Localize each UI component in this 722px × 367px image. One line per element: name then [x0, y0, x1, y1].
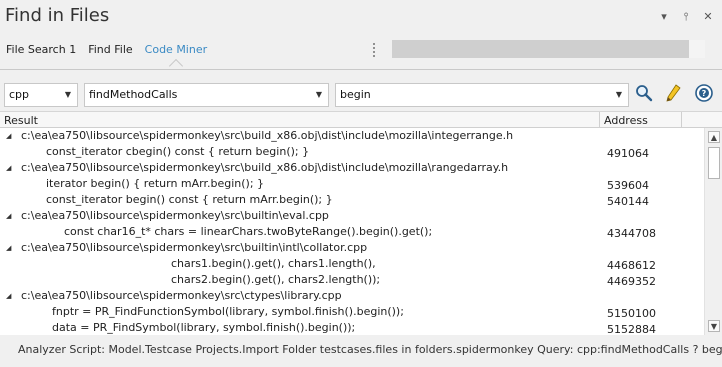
argument-input-value: begin: [340, 88, 371, 101]
find-in-files-panel: Find in Files ▾ ⫯ ✕ File Search 1 Find F…: [0, 0, 722, 367]
chevron-down-icon: ▼: [64, 90, 72, 99]
chevron-down-icon: ▼: [615, 90, 623, 99]
result-match-row[interactable]: chars1.begin().get(), chars1.length(), 44…: [0, 256, 704, 272]
result-address: 540144: [607, 195, 649, 208]
tab-find-file[interactable]: Find File: [82, 40, 138, 62]
result-address: 4344708: [607, 227, 656, 240]
result-address: 539604: [607, 179, 649, 192]
result-match-row[interactable]: data = PR_FindSymbol(library, symbol.fin…: [0, 320, 704, 335]
result-address: 5152884: [607, 323, 656, 335]
result-match-row[interactable]: const_iterator begin() const { return mA…: [0, 192, 704, 208]
result-code-line: chars1.begin().get(), chars1.length(),: [171, 257, 376, 270]
query-select[interactable]: findMethodCalls ▼: [84, 83, 329, 107]
search-button[interactable]: [633, 82, 655, 104]
panel-title: Find in Files: [5, 5, 110, 26]
argument-input[interactable]: begin ▼: [335, 83, 629, 107]
language-select-value: cpp: [9, 88, 30, 101]
tab-strip: File Search 1 Find File Code Miner: [0, 40, 213, 74]
result-address: 4469352: [607, 275, 656, 288]
collapse-triangle-icon[interactable]: ◢: [6, 244, 14, 252]
scroll-up-arrow-icon[interactable]: ▲: [708, 131, 720, 143]
result-file-row[interactable]: ◢ c:\ea\ea750\libsource\spidermonkey\src\…: [0, 128, 704, 144]
status-bar-text: Analyzer Script: Model.Testcase Projects…: [18, 343, 722, 356]
language-select[interactable]: cpp ▼: [4, 83, 78, 107]
result-match-row[interactable]: const_iterator cbegin() const { return b…: [0, 144, 704, 160]
result-code-line: const_iterator cbegin() const { return b…: [46, 145, 310, 158]
vertical-scrollbar[interactable]: ▲ ▼: [704, 128, 722, 335]
search-icon: [636, 85, 653, 102]
result-address: 5150100: [607, 307, 656, 320]
grid-header: Result Address: [0, 112, 722, 128]
result-code-line: fnptr = PR_FindFunctionSymbol(library, s…: [52, 305, 404, 318]
svg-text:?: ?: [702, 89, 707, 98]
column-separator[interactable]: [599, 112, 600, 128]
tab-file-search-1[interactable]: File Search 1: [0, 40, 82, 62]
close-icon[interactable]: ✕: [702, 10, 714, 24]
result-match-row[interactable]: iterator begin() { return mArr.begin(); …: [0, 176, 704, 192]
edit-pencil-icon: [666, 84, 681, 102]
pin-icon[interactable]: ⫯: [680, 10, 692, 24]
help-icon: ?: [695, 84, 713, 102]
result-file-path: c:\ea\ea750\libsource\spidermonkey\src\b…: [21, 129, 514, 142]
result-file-row[interactable]: ◢ c:\ea\ea750\libsource\spidermonkey\src\…: [0, 240, 704, 256]
result-file-path: c:\ea\ea750\libsource\spidermonkey\src\b…: [21, 241, 368, 254]
chevron-down-icon: ▼: [315, 90, 323, 99]
tab-code-miner-label: Code Miner: [144, 43, 208, 56]
grip-handle-icon[interactable]: [372, 42, 376, 58]
column-header-address[interactable]: Address: [604, 114, 648, 127]
result-address: 4468612: [607, 259, 656, 272]
result-file-path: c:\ea\ea750\libsource\spidermonkey\src\b…: [21, 161, 509, 174]
result-file-row[interactable]: ◢ c:\ea\ea750\libsource\spidermonkey\src\…: [0, 160, 704, 176]
scroll-thumb[interactable]: [708, 147, 720, 179]
result-code-line: const char16_t* chars = linearChars.twoB…: [64, 225, 433, 238]
tab-code-miner[interactable]: Code Miner: [139, 40, 213, 74]
result-match-row[interactable]: const char16_t* chars = linearChars.twoB…: [0, 224, 704, 240]
result-file-row[interactable]: ◢ c:\ea\ea750\libsource\spidermonkey\src\…: [0, 208, 704, 224]
column-separator[interactable]: [681, 112, 682, 128]
window-controls: ▾ ⫯ ✕: [658, 10, 714, 24]
progress-bar-fill: [392, 40, 690, 58]
collapse-triangle-icon[interactable]: ◢: [6, 212, 14, 220]
edit-script-button[interactable]: [662, 82, 684, 104]
result-file-row[interactable]: ◢ c:\ea\ea750\libsource\spidermonkey\src\…: [0, 288, 704, 304]
result-file-path: c:\ea\ea750\libsource\spidermonkey\src\b…: [21, 209, 329, 222]
help-button[interactable]: ?: [693, 82, 715, 104]
result-code-line: const_iterator begin() const { return mA…: [46, 193, 333, 206]
collapse-triangle-icon[interactable]: ◢: [6, 164, 14, 172]
active-tab-indicator: [168, 58, 183, 74]
dropdown-menu-icon[interactable]: ▾: [658, 10, 670, 24]
collapse-triangle-icon[interactable]: ◢: [6, 292, 14, 300]
result-match-row[interactable]: fnptr = PR_FindFunctionSymbol(library, s…: [0, 304, 704, 320]
column-header-result[interactable]: Result: [4, 114, 38, 127]
scroll-down-arrow-icon[interactable]: ▼: [708, 320, 720, 332]
results-rows: ◢ c:\ea\ea750\libsource\spidermonkey\src\…: [0, 128, 704, 335]
results-grid: Result Address ◢ c:\ea\ea750\libsource\sp…: [0, 111, 722, 335]
query-select-value: findMethodCalls: [89, 88, 178, 101]
result-address: 491064: [607, 147, 649, 160]
result-match-row[interactable]: chars2.begin().get(), chars2.length()); 4…: [0, 272, 704, 288]
result-code-line: chars2.begin().get(), chars2.length());: [171, 273, 381, 286]
collapse-triangle-icon[interactable]: ◢: [6, 132, 14, 140]
result-file-path: c:\ea\ea750\libsource\spidermonkey\src\c…: [21, 289, 342, 302]
result-code-line: iterator begin() { return mArr.begin(); …: [46, 177, 265, 190]
title-bar: Find in Files ▾ ⫯ ✕: [0, 0, 722, 36]
result-code-line: data = PR_FindSymbol(library, symbol.fin…: [52, 321, 356, 334]
tab-divider: [0, 69, 722, 70]
progress-bar: [392, 40, 705, 58]
